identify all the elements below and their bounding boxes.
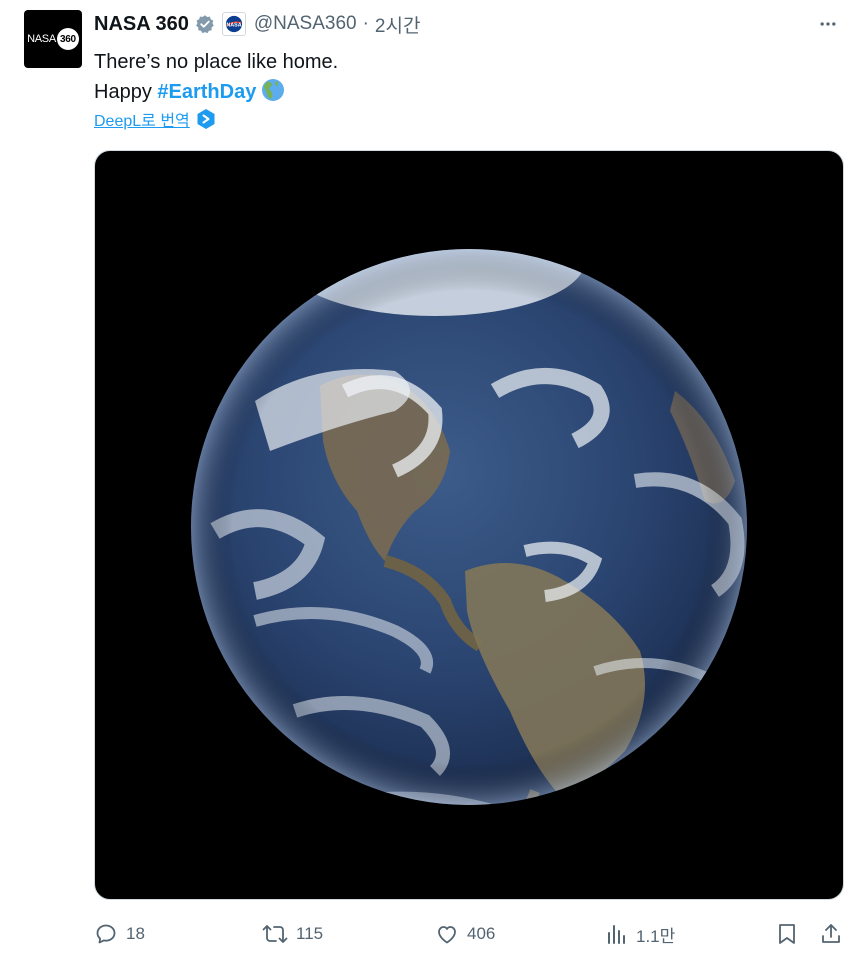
earth-photo (191, 249, 747, 805)
tweet-text: There’s no place like home. Happy #Earth… (94, 47, 338, 111)
heart-icon (438, 926, 456, 944)
translate-row: DeepL로 번역 (94, 107, 216, 131)
repost-count: 115 (296, 924, 324, 943)
bookmark-button[interactable] (776, 918, 806, 950)
author-handle[interactable]: @NASA360 (254, 13, 357, 35)
action-bar: 18 115 406 1.1만 (94, 918, 844, 950)
repost-icon (262, 925, 288, 943)
hashtag-link[interactable]: #EarthDay (157, 81, 256, 103)
bookmark-icon (779, 924, 795, 944)
avatar-text: NASA (27, 33, 56, 45)
avatar-badge: 360 (56, 28, 79, 50)
view-count: 1.1만 (636, 926, 676, 946)
tweet-timestamp[interactable]: 2시간 (375, 11, 421, 38)
tweet-text-line: Happy #EarthDay (94, 77, 338, 111)
verified-badge-icon[interactable] (195, 14, 215, 34)
deepl-icon[interactable] (196, 108, 216, 130)
globe-americas-emoji-icon (261, 78, 285, 111)
share-button[interactable] (820, 918, 850, 950)
avatar[interactable]: NASA 360 (24, 10, 82, 68)
like-button[interactable]: 406 (435, 918, 495, 950)
separator-dot: · (362, 13, 369, 34)
views-button[interactable]: 1.1만 (606, 918, 675, 950)
tweet-text-line: There’s no place like home. (94, 51, 339, 73)
tweet-media-image[interactable] (94, 150, 844, 900)
reply-icon (96, 924, 116, 944)
nasa-affiliation-icon[interactable]: NASA (221, 12, 246, 36)
tweet-text-prefix: Happy (94, 81, 158, 103)
svg-text:NASA: NASA (226, 22, 241, 28)
reply-count: 18 (126, 924, 145, 943)
like-count: 406 (467, 924, 496, 943)
author-name[interactable]: NASA 360 (94, 13, 189, 36)
tweet: NASA 360 NASA 360 NASA @NASA360 · 2시간 Th… (0, 0, 854, 967)
more-options-icon[interactable] (816, 12, 840, 36)
tweet-header: NASA 360 NASA @NASA360 · 2시간 (94, 11, 421, 38)
translate-link[interactable]: DeepL로 번역 (94, 107, 190, 131)
views-chart-icon (608, 925, 625, 944)
share-icon (822, 924, 840, 943)
repost-button[interactable]: 115 (262, 918, 323, 950)
reply-button[interactable]: 18 (94, 918, 145, 950)
